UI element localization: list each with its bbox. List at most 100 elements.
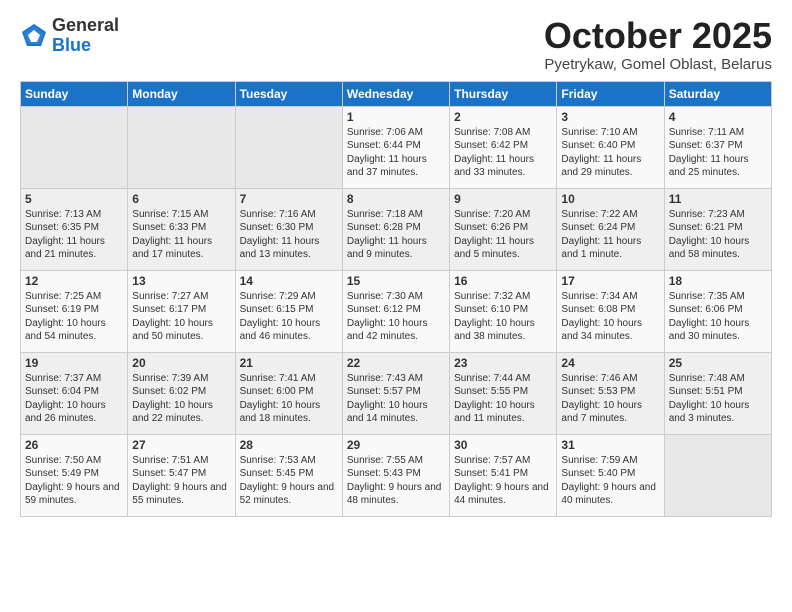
logo-general-label: General — [52, 16, 119, 36]
calendar-cell: 5 Sunrise: 7:13 AM Sunset: 6:35 PM Daylig… — [21, 188, 128, 270]
calendar-cell — [128, 106, 235, 188]
calendar-cell: 3 Sunrise: 7:10 AM Sunset: 6:40 PM Daylig… — [557, 106, 664, 188]
day-number: 20 — [132, 356, 230, 370]
day-header-saturday: Saturday — [664, 81, 771, 106]
day-content: Sunrise: 7:53 AM Sunset: 5:45 PM Dayligh… — [240, 454, 338, 508]
calendar-cell — [235, 106, 342, 188]
month-title: October 2025 — [544, 16, 772, 56]
calendar-cell: 18Sunrise: 7:35 AM Sunset: 6:06 PM Dayli… — [664, 270, 771, 352]
calendar-cell: 1 Sunrise: 7:06 AM Sunset: 6:44 PM Daylig… — [342, 106, 449, 188]
calendar-week-5: 26 Sunrise: 7:50 AM Sunset: 5:49 PM Dayli… — [21, 434, 772, 516]
calendar-cell: 20 Sunrise: 7:39 AM Sunset: 6:02 PM Dayli… — [128, 352, 235, 434]
calendar-cell: 31 Sunrise: 7:59 AM Sunset: 5:40 PM Dayli… — [557, 434, 664, 516]
day-content: Sunrise: 7:48 AM Sunset: 5:51 PM Dayligh… — [669, 372, 767, 426]
page: General Blue October 2025 Pyetrykaw, Gom… — [0, 0, 792, 527]
calendar-cell — [664, 434, 771, 516]
day-number: 13 — [132, 274, 230, 288]
day-number: 17 — [561, 274, 659, 288]
day-number: 10 — [561, 192, 659, 206]
day-content: Sunrise: 7:41 AM Sunset: 6:00 PM Dayligh… — [240, 372, 338, 426]
calendar-cell: 7 Sunrise: 7:16 AM Sunset: 6:30 PM Daylig… — [235, 188, 342, 270]
day-content: Sunrise: 7:46 AM Sunset: 5:53 PM Dayligh… — [561, 372, 659, 426]
calendar-cell: 2 Sunrise: 7:08 AM Sunset: 6:42 PM Daylig… — [450, 106, 557, 188]
day-content: Sunrise: 7:39 AM Sunset: 6:02 PM Dayligh… — [132, 372, 230, 426]
day-number: 21 — [240, 356, 338, 370]
day-content: Sunrise: 7:29 AM Sunset: 6:15 PM Dayligh… — [240, 290, 338, 344]
calendar-week-1: 1 Sunrise: 7:06 AM Sunset: 6:44 PM Daylig… — [21, 106, 772, 188]
day-number: 9 — [454, 192, 552, 206]
day-number: 14 — [240, 274, 338, 288]
calendar-cell: 9 Sunrise: 7:20 AM Sunset: 6:26 PM Daylig… — [450, 188, 557, 270]
day-content: Sunrise: 7:10 AM Sunset: 6:40 PM Dayligh… — [561, 126, 659, 180]
day-content: Sunrise: 7:34 AM Sunset: 6:08 PM Dayligh… — [561, 290, 659, 344]
day-number: 31 — [561, 438, 659, 452]
day-number: 28 — [240, 438, 338, 452]
logo-blue-label: Blue — [52, 36, 119, 56]
header: General Blue October 2025 Pyetrykaw, Gom… — [20, 16, 772, 73]
calendar-cell: 30Sunrise: 7:57 AM Sunset: 5:41 PM Dayli… — [450, 434, 557, 516]
day-content: Sunrise: 7:32 AM Sunset: 6:10 PM Dayligh… — [454, 290, 552, 344]
location: Pyetrykaw, Gomel Oblast, Belarus — [544, 56, 772, 73]
calendar-cell: 12Sunrise: 7:25 AM Sunset: 6:19 PM Dayli… — [21, 270, 128, 352]
day-content: Sunrise: 7:22 AM Sunset: 6:24 PM Dayligh… — [561, 208, 659, 262]
calendar-cell: 8 Sunrise: 7:18 AM Sunset: 6:28 PM Daylig… — [342, 188, 449, 270]
day-number: 3 — [561, 110, 659, 124]
day-number: 19 — [25, 356, 123, 370]
day-number: 2 — [454, 110, 552, 124]
day-content: Sunrise: 7:50 AM Sunset: 5:49 PM Dayligh… — [25, 454, 123, 508]
day-content: Sunrise: 7:44 AM Sunset: 5:55 PM Dayligh… — [454, 372, 552, 426]
day-content: Sunrise: 7:51 AM Sunset: 5:47 PM Dayligh… — [132, 454, 230, 508]
day-number: 7 — [240, 192, 338, 206]
day-number: 11 — [669, 192, 767, 206]
day-number: 5 — [25, 192, 123, 206]
day-content: Sunrise: 7:59 AM Sunset: 5:40 PM Dayligh… — [561, 454, 659, 508]
day-number: 4 — [669, 110, 767, 124]
day-content: Sunrise: 7:25 AM Sunset: 6:19 PM Dayligh… — [25, 290, 123, 344]
calendar-cell: 26 Sunrise: 7:50 AM Sunset: 5:49 PM Dayli… — [21, 434, 128, 516]
day-number: 1 — [347, 110, 445, 124]
calendar-cell: 27Sunrise: 7:51 AM Sunset: 5:47 PM Dayli… — [128, 434, 235, 516]
calendar-cell: 16Sunrise: 7:32 AM Sunset: 6:10 PM Dayli… — [450, 270, 557, 352]
day-header-tuesday: Tuesday — [235, 81, 342, 106]
day-number: 25 — [669, 356, 767, 370]
calendar-cell: 29 Sunrise: 7:55 AM Sunset: 5:43 PM Dayli… — [342, 434, 449, 516]
calendar-cell: 24 Sunrise: 7:46 AM Sunset: 5:53 PM Dayli… — [557, 352, 664, 434]
day-number: 8 — [347, 192, 445, 206]
day-content: Sunrise: 7:16 AM Sunset: 6:30 PM Dayligh… — [240, 208, 338, 262]
calendar-cell: 17 Sunrise: 7:34 AM Sunset: 6:08 PM Dayli… — [557, 270, 664, 352]
day-header-wednesday: Wednesday — [342, 81, 449, 106]
day-number: 30 — [454, 438, 552, 452]
day-content: Sunrise: 7:35 AM Sunset: 6:06 PM Dayligh… — [669, 290, 767, 344]
calendar-cell: 14 Sunrise: 7:29 AM Sunset: 6:15 PM Dayli… — [235, 270, 342, 352]
day-number: 24 — [561, 356, 659, 370]
calendar-week-4: 19Sunrise: 7:37 AM Sunset: 6:04 PM Dayli… — [21, 352, 772, 434]
day-header-sunday: Sunday — [21, 81, 128, 106]
calendar-cell: 21 Sunrise: 7:41 AM Sunset: 6:00 PM Dayli… — [235, 352, 342, 434]
day-number: 26 — [25, 438, 123, 452]
calendar-cell: 13Sunrise: 7:27 AM Sunset: 6:17 PM Dayli… — [128, 270, 235, 352]
calendar-week-3: 12Sunrise: 7:25 AM Sunset: 6:19 PM Dayli… — [21, 270, 772, 352]
day-content: Sunrise: 7:18 AM Sunset: 6:28 PM Dayligh… — [347, 208, 445, 262]
day-number: 6 — [132, 192, 230, 206]
calendar-cell: 10 Sunrise: 7:22 AM Sunset: 6:24 PM Dayli… — [557, 188, 664, 270]
day-content: Sunrise: 7:06 AM Sunset: 6:44 PM Dayligh… — [347, 126, 445, 180]
calendar-header-row: SundayMondayTuesdayWednesdayThursdayFrid… — [21, 81, 772, 106]
day-content: Sunrise: 7:15 AM Sunset: 6:33 PM Dayligh… — [132, 208, 230, 262]
day-content: Sunrise: 7:11 AM Sunset: 6:37 PM Dayligh… — [669, 126, 767, 180]
day-content: Sunrise: 7:55 AM Sunset: 5:43 PM Dayligh… — [347, 454, 445, 508]
day-number: 29 — [347, 438, 445, 452]
calendar-cell: 6 Sunrise: 7:15 AM Sunset: 6:33 PM Daylig… — [128, 188, 235, 270]
calendar-cell — [21, 106, 128, 188]
calendar-cell: 22Sunrise: 7:43 AM Sunset: 5:57 PM Dayli… — [342, 352, 449, 434]
calendar-cell: 11 Sunrise: 7:23 AM Sunset: 6:21 PM Dayli… — [664, 188, 771, 270]
title-block: October 2025 Pyetrykaw, Gomel Oblast, Be… — [544, 16, 772, 73]
logo-icon — [20, 22, 48, 50]
day-content: Sunrise: 7:08 AM Sunset: 6:42 PM Dayligh… — [454, 126, 552, 180]
day-content: Sunrise: 7:20 AM Sunset: 6:26 PM Dayligh… — [454, 208, 552, 262]
day-header-monday: Monday — [128, 81, 235, 106]
day-content: Sunrise: 7:13 AM Sunset: 6:35 PM Dayligh… — [25, 208, 123, 262]
day-content: Sunrise: 7:23 AM Sunset: 6:21 PM Dayligh… — [669, 208, 767, 262]
day-content: Sunrise: 7:43 AM Sunset: 5:57 PM Dayligh… — [347, 372, 445, 426]
day-header-friday: Friday — [557, 81, 664, 106]
calendar-week-2: 5 Sunrise: 7:13 AM Sunset: 6:35 PM Daylig… — [21, 188, 772, 270]
